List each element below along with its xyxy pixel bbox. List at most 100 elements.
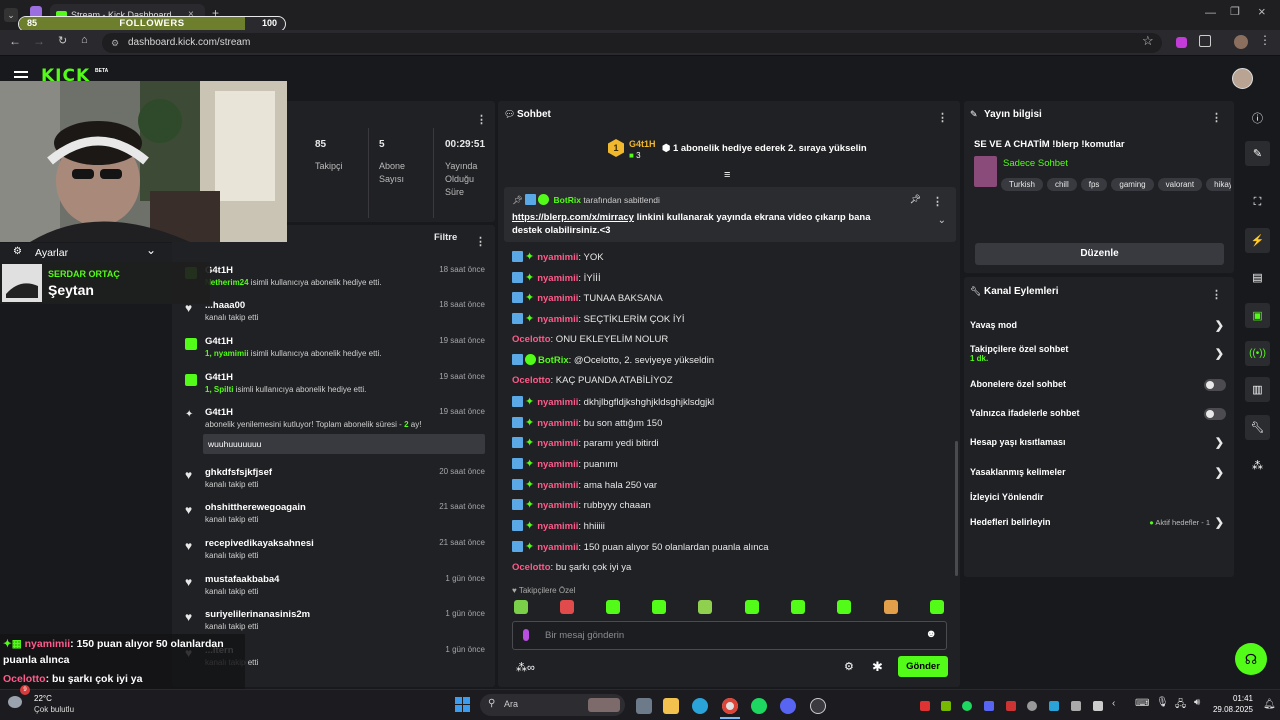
activity-username[interactable]: suriyelilerinanasinis2m <box>205 609 310 620</box>
channel-actions-menu-icon[interactable]: ⋮ <box>1211 285 1222 303</box>
chat-extras-icon[interactable]: ⁂∞ <box>516 661 535 674</box>
tag[interactable]: gaming <box>1111 178 1154 191</box>
unpin-icon[interactable]: 📌︎ <box>910 194 921 205</box>
spotify-icon[interactable] <box>751 698 767 714</box>
microphone-icon[interactable] <box>523 629 529 641</box>
stream-info-menu-icon[interactable]: ⋮ <box>1211 108 1222 126</box>
emote-icon[interactable] <box>791 600 805 614</box>
extensions-puzzle-icon[interactable] <box>1199 35 1211 47</box>
goals-row[interactable]: Hedefleri belirleyin ● Aktif hedefler - 1… <box>964 517 1234 531</box>
activity-username[interactable]: mustafaakbaba4 <box>205 574 279 585</box>
tag[interactable]: hikay <box>1206 178 1231 191</box>
chat-mod-icon[interactable]: ✱ <box>872 659 888 675</box>
chat-username[interactable]: nyamimii <box>537 418 578 429</box>
tray-overflow-icon[interactable]: ‹ <box>1112 698 1115 709</box>
category-name[interactable]: Sadece Sohbet <box>1003 158 1068 169</box>
emote-icon[interactable] <box>652 600 666 614</box>
activity-menu-icon[interactable]: ⋮ <box>475 232 486 250</box>
top-gifter-name[interactable]: G4t1H <box>629 139 656 149</box>
obs-icon[interactable] <box>810 698 826 714</box>
tab-list-button[interactable]: ⌄ <box>4 8 18 22</box>
emote-icon[interactable] <box>837 600 851 614</box>
emoji-picker-icon[interactable]: ☻ <box>925 628 937 640</box>
banned-words-row[interactable]: Yasaklanmış kelimeler ❯ <box>964 467 1234 481</box>
info-icon[interactable]: ⓘ <box>1245 105 1270 130</box>
support-headset-icon[interactable]: ☊ <box>1235 643 1267 675</box>
share-icon[interactable]: ⁂ <box>1245 453 1270 478</box>
chat-username[interactable]: BotRix <box>538 355 569 366</box>
file-explorer-icon[interactable] <box>663 698 679 714</box>
network-icon[interactable]: 🖧︎ <box>1175 697 1186 714</box>
windows-start-icon[interactable] <box>455 697 470 712</box>
bookmark-star-icon[interactable]: ☆ <box>1142 33 1154 49</box>
chat-menu-icon[interactable]: ⋮ <box>937 108 948 126</box>
chat-username[interactable]: Ocelotto <box>512 334 551 345</box>
chat-username[interactable]: nyamimii <box>537 480 578 491</box>
taskbar-search[interactable]: ⚲ Ara <box>480 694 625 716</box>
tray-icon-6[interactable] <box>1027 701 1037 711</box>
tray-icon-5[interactable] <box>1006 701 1016 711</box>
edit-button[interactable]: Düzenle <box>975 243 1224 265</box>
profile-avatar[interactable] <box>1234 35 1248 49</box>
nvidia-icon[interactable] <box>941 701 951 711</box>
tray-icon-9[interactable] <box>1093 701 1103 711</box>
activity-username[interactable]: G4t1H <box>205 372 233 383</box>
tray-discord-icon[interactable] <box>984 701 994 711</box>
chat-username[interactable]: nyamimii <box>537 293 578 304</box>
forward-icon[interactable]: → <box>33 34 45 48</box>
window-close-icon[interactable]: × <box>1258 4 1266 19</box>
browser-menu-icon[interactable]: ⋮ <box>1259 33 1271 47</box>
chat-input[interactable]: Bir mesaj gönderin ☻ <box>512 621 947 650</box>
pinned-expand-icon[interactable]: ⌄ <box>938 215 946 226</box>
overlay-settings-bar[interactable]: ⚙ Ayarlar ⌄ <box>0 243 172 262</box>
tag[interactable]: Turkish <box>1001 178 1043 191</box>
emote-icon[interactable] <box>606 600 620 614</box>
chat-username[interactable]: Ocelotto <box>512 375 551 386</box>
slow-mode-row[interactable]: Yavaş mod ❯ <box>964 320 1234 334</box>
url-field[interactable]: ⚙ dashboard.kick.com/stream <box>102 33 1162 53</box>
mic-tray-icon[interactable]: 🎙︎ <box>1156 697 1169 708</box>
chat-username[interactable]: nyamimii <box>537 521 578 532</box>
tools-icon[interactable]: 🔧︎ <box>1245 415 1270 440</box>
emote-icon[interactable] <box>884 600 898 614</box>
emote-icon[interactable] <box>514 600 528 614</box>
chat-username[interactable]: nyamimii <box>537 438 578 449</box>
edit-pencil-icon[interactable]: ✎ <box>1245 141 1270 166</box>
followers-chat-row[interactable]: Takipçilere özel sohbet 1 dk. ❯ <box>964 344 1234 368</box>
extension-icon[interactable] <box>1176 37 1187 48</box>
edge-icon[interactable] <box>692 698 708 714</box>
clock-date[interactable]: 29.08.2025 <box>1205 705 1253 714</box>
broadcast-icon[interactable]: ((•)) <box>1245 341 1270 366</box>
reload-icon[interactable]: ↻ <box>58 34 67 47</box>
chat-username[interactable]: nyamimii <box>537 500 578 511</box>
send-button[interactable]: Gönder <box>898 656 948 677</box>
volume-icon[interactable]: 🔊︎ <box>1194 697 1200 708</box>
emote-icon[interactable] <box>560 600 574 614</box>
activity-username[interactable]: ...haaa00 <box>205 300 245 311</box>
task-view-icon[interactable] <box>636 698 652 714</box>
emote-icon[interactable] <box>745 600 759 614</box>
subs-chat-toggle[interactable] <box>1204 379 1226 391</box>
emote-icon[interactable] <box>930 600 944 614</box>
chat-username[interactable]: nyamimii <box>537 273 578 284</box>
chrome-icon[interactable] <box>722 698 738 714</box>
chat-scrollbar[interactable] <box>955 441 958 576</box>
clock-time[interactable]: 01:41 <box>1213 694 1253 703</box>
chat-username[interactable]: nyamimii <box>537 459 578 470</box>
activity-username[interactable]: ghkdfsfsjkfjsef <box>205 467 272 478</box>
tray-icon-8[interactable] <box>1071 701 1081 711</box>
filter-button[interactable]: Filtre <box>434 232 457 243</box>
chat-username[interactable]: Ocelotto <box>512 562 551 573</box>
chat-icon[interactable]: ▣ <box>1245 303 1270 328</box>
activity-username[interactable]: recepivedikayaksahnesi <box>205 538 314 549</box>
user-avatar[interactable] <box>1232 68 1253 89</box>
fullscreen-icon[interactable]: ⛶ <box>1245 190 1270 215</box>
minimize-icon[interactable]: — <box>1205 7 1216 19</box>
home-icon[interactable]: ⌂ <box>81 34 88 46</box>
tray-icon-7[interactable] <box>1049 701 1059 711</box>
activity-username[interactable]: G4t1H <box>205 336 233 347</box>
emote-icon[interactable] <box>698 600 712 614</box>
chat-username[interactable]: nyamimii <box>537 397 578 408</box>
tag[interactable]: fps <box>1080 178 1108 191</box>
pinned-menu-icon[interactable]: ⋮ <box>932 192 943 210</box>
